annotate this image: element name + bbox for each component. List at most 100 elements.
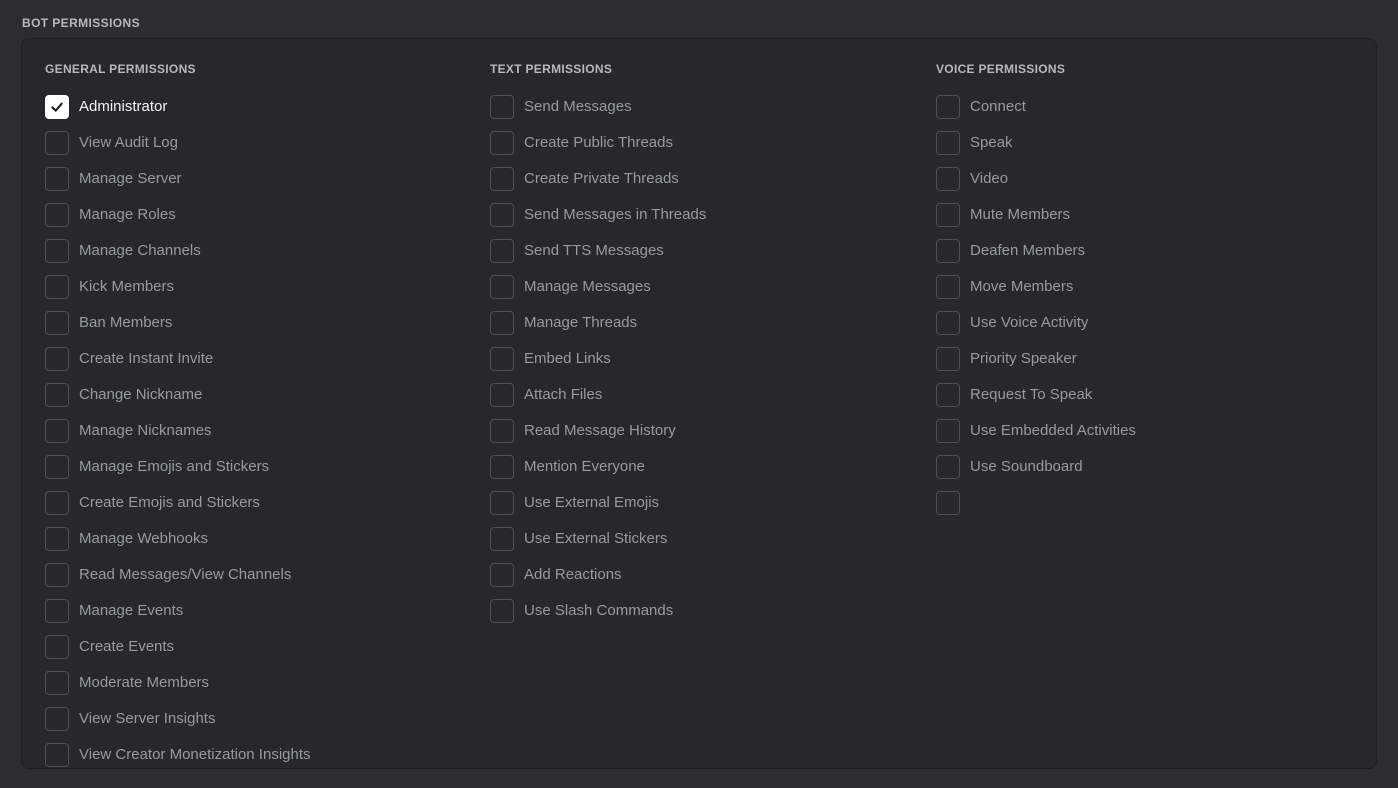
permission-row-view-server-insights[interactable]: View Server Insights xyxy=(45,701,475,737)
checkbox-unchecked-icon[interactable] xyxy=(490,167,514,191)
permission-row-use-external-emojis[interactable]: Use External Emojis xyxy=(490,485,920,521)
checkbox-unchecked-icon[interactable] xyxy=(936,167,960,191)
permission-label: Mute Members xyxy=(970,206,1071,223)
checkbox-unchecked-icon[interactable] xyxy=(936,347,960,371)
permission-row-send-messages[interactable]: Send Messages xyxy=(490,89,920,125)
permission-row-administrator[interactable]: Administrator xyxy=(45,89,475,125)
permission-row-manage-webhooks[interactable]: Manage Webhooks xyxy=(45,521,475,557)
checkbox-unchecked-icon[interactable] xyxy=(936,311,960,335)
checkbox-unchecked-icon[interactable] xyxy=(490,347,514,371)
checkbox-unchecked-icon[interactable] xyxy=(45,455,69,479)
permission-row-manage-server[interactable]: Manage Server xyxy=(45,161,475,197)
checkbox-unchecked-icon[interactable] xyxy=(45,131,69,155)
permission-row-change-nickname[interactable]: Change Nickname xyxy=(45,377,475,413)
permission-label: Create Events xyxy=(79,638,175,655)
permission-row-kick-members[interactable]: Kick Members xyxy=(45,269,475,305)
checkbox-unchecked-icon[interactable] xyxy=(45,275,69,299)
checkbox-unchecked-icon[interactable] xyxy=(490,491,514,515)
checkbox-unchecked-icon[interactable] xyxy=(490,527,514,551)
permission-row-manage-channels[interactable]: Manage Channels xyxy=(45,233,475,269)
checkbox-checked-icon[interactable] xyxy=(45,95,69,119)
permission-row-manage-nicknames[interactable]: Manage Nicknames xyxy=(45,413,475,449)
checkbox-unchecked-icon[interactable] xyxy=(490,131,514,155)
checkbox-unchecked-icon[interactable] xyxy=(45,563,69,587)
checkbox-unchecked-icon[interactable] xyxy=(490,311,514,335)
permission-label: Manage Emojis and Stickers xyxy=(79,458,270,475)
checkbox-unchecked-icon[interactable] xyxy=(490,383,514,407)
permission-row-moderate-members[interactable]: Moderate Members xyxy=(45,665,475,701)
permission-row-manage-threads[interactable]: Manage Threads xyxy=(490,305,920,341)
checkbox-unchecked-icon[interactable] xyxy=(45,743,69,767)
checkbox-unchecked-icon[interactable] xyxy=(936,383,960,407)
permission-row-create-instant-invite[interactable]: Create Instant Invite xyxy=(45,341,475,377)
permission-row-read-message-history[interactable]: Read Message History xyxy=(490,413,920,449)
permission-label: Manage Events xyxy=(79,602,184,619)
checkbox-unchecked-icon[interactable] xyxy=(936,131,960,155)
permission-row-create-emojis-and-stickers[interactable]: Create Emojis and Stickers xyxy=(45,485,475,521)
permission-row-add-reactions[interactable]: Add Reactions xyxy=(490,557,920,593)
permission-label: Attach Files xyxy=(524,386,603,403)
checkbox-unchecked-icon[interactable] xyxy=(490,563,514,587)
permission-row-use-soundboard[interactable]: Use Soundboard xyxy=(936,449,1356,485)
permission-row-view-audit-log[interactable]: View Audit Log xyxy=(45,125,475,161)
permission-row-video[interactable]: Video xyxy=(936,161,1356,197)
checkbox-unchecked-icon[interactable] xyxy=(45,347,69,371)
checkbox-unchecked-icon[interactable] xyxy=(490,95,514,119)
permission-row-attach-files[interactable]: Attach Files xyxy=(490,377,920,413)
checkbox-unchecked-icon[interactable] xyxy=(936,455,960,479)
checkbox-unchecked-icon[interactable] xyxy=(45,671,69,695)
permission-row-create-public-threads[interactable]: Create Public Threads xyxy=(490,125,920,161)
checkbox-unchecked-icon[interactable] xyxy=(936,203,960,227)
permission-row-deafen-members[interactable]: Deafen Members xyxy=(936,233,1356,269)
checkbox-unchecked-icon[interactable] xyxy=(490,455,514,479)
checkbox-unchecked-icon[interactable] xyxy=(490,203,514,227)
permission-row-priority-speaker[interactable]: Priority Speaker xyxy=(936,341,1356,377)
permission-label: Use External Emojis xyxy=(524,494,660,511)
bot-permissions-screen: BOT PERMISSIONS GENERAL PERMISSIONS Admi… xyxy=(0,0,1398,788)
permission-row-use-slash-commands[interactable]: Use Slash Commands xyxy=(490,593,920,629)
permission-row-manage-events[interactable]: Manage Events xyxy=(45,593,475,629)
permission-row-create-events[interactable]: Create Events xyxy=(45,629,475,665)
checkbox-unchecked-icon[interactable] xyxy=(45,707,69,731)
checkbox-unchecked-icon[interactable] xyxy=(45,419,69,443)
checkbox-unchecked-icon[interactable] xyxy=(936,95,960,119)
permission-row-request-to-speak[interactable]: Request To Speak xyxy=(936,377,1356,413)
permission-row-connect[interactable]: Connect xyxy=(936,89,1356,125)
checkbox-unchecked-icon[interactable] xyxy=(45,635,69,659)
checkbox-unchecked-icon[interactable] xyxy=(490,599,514,623)
permission-row-embed-links[interactable]: Embed Links xyxy=(490,341,920,377)
checkbox-unchecked-icon[interactable] xyxy=(45,383,69,407)
checkbox-unchecked-icon[interactable] xyxy=(45,491,69,515)
checkbox-unchecked-icon[interactable] xyxy=(936,419,960,443)
permission-row-ban-members[interactable]: Ban Members xyxy=(45,305,475,341)
permission-row-manage-emojis-and-stickers[interactable]: Manage Emojis and Stickers xyxy=(45,449,475,485)
checkbox-unchecked-icon[interactable] xyxy=(45,527,69,551)
permission-row-unlabeled[interactable] xyxy=(936,485,1356,521)
permission-row-send-tts-messages[interactable]: Send TTS Messages xyxy=(490,233,920,269)
permission-row-mute-members[interactable]: Mute Members xyxy=(936,197,1356,233)
permission-row-create-private-threads[interactable]: Create Private Threads xyxy=(490,161,920,197)
checkbox-unchecked-icon[interactable] xyxy=(45,599,69,623)
permission-row-manage-messages[interactable]: Manage Messages xyxy=(490,269,920,305)
checkbox-unchecked-icon[interactable] xyxy=(936,239,960,263)
permission-row-send-messages-in-threads[interactable]: Send Messages in Threads xyxy=(490,197,920,233)
checkbox-unchecked-icon[interactable] xyxy=(45,167,69,191)
checkbox-unchecked-icon[interactable] xyxy=(490,419,514,443)
permission-row-move-members[interactable]: Move Members xyxy=(936,269,1356,305)
checkbox-unchecked-icon[interactable] xyxy=(45,239,69,263)
checkbox-unchecked-icon[interactable] xyxy=(45,203,69,227)
permission-row-speak[interactable]: Speak xyxy=(936,125,1356,161)
permission-row-use-embedded-activities[interactable]: Use Embedded Activities xyxy=(936,413,1356,449)
permission-row-mention-everyone[interactable]: Mention Everyone xyxy=(490,449,920,485)
permission-label: Create Private Threads xyxy=(524,170,679,187)
permission-row-view-creator-monetization-insights[interactable]: View Creator Monetization Insights xyxy=(45,737,475,768)
checkbox-unchecked-icon[interactable] xyxy=(490,239,514,263)
checkbox-unchecked-icon[interactable] xyxy=(45,311,69,335)
permission-row-use-external-stickers[interactable]: Use External Stickers xyxy=(490,521,920,557)
permission-row-manage-roles[interactable]: Manage Roles xyxy=(45,197,475,233)
permission-row-read-messages-view-channels[interactable]: Read Messages/View Channels xyxy=(45,557,475,593)
permission-row-use-voice-activity[interactable]: Use Voice Activity xyxy=(936,305,1356,341)
checkbox-unchecked-icon[interactable] xyxy=(936,275,960,299)
checkbox-unchecked-icon[interactable] xyxy=(936,491,960,515)
checkbox-unchecked-icon[interactable] xyxy=(490,275,514,299)
